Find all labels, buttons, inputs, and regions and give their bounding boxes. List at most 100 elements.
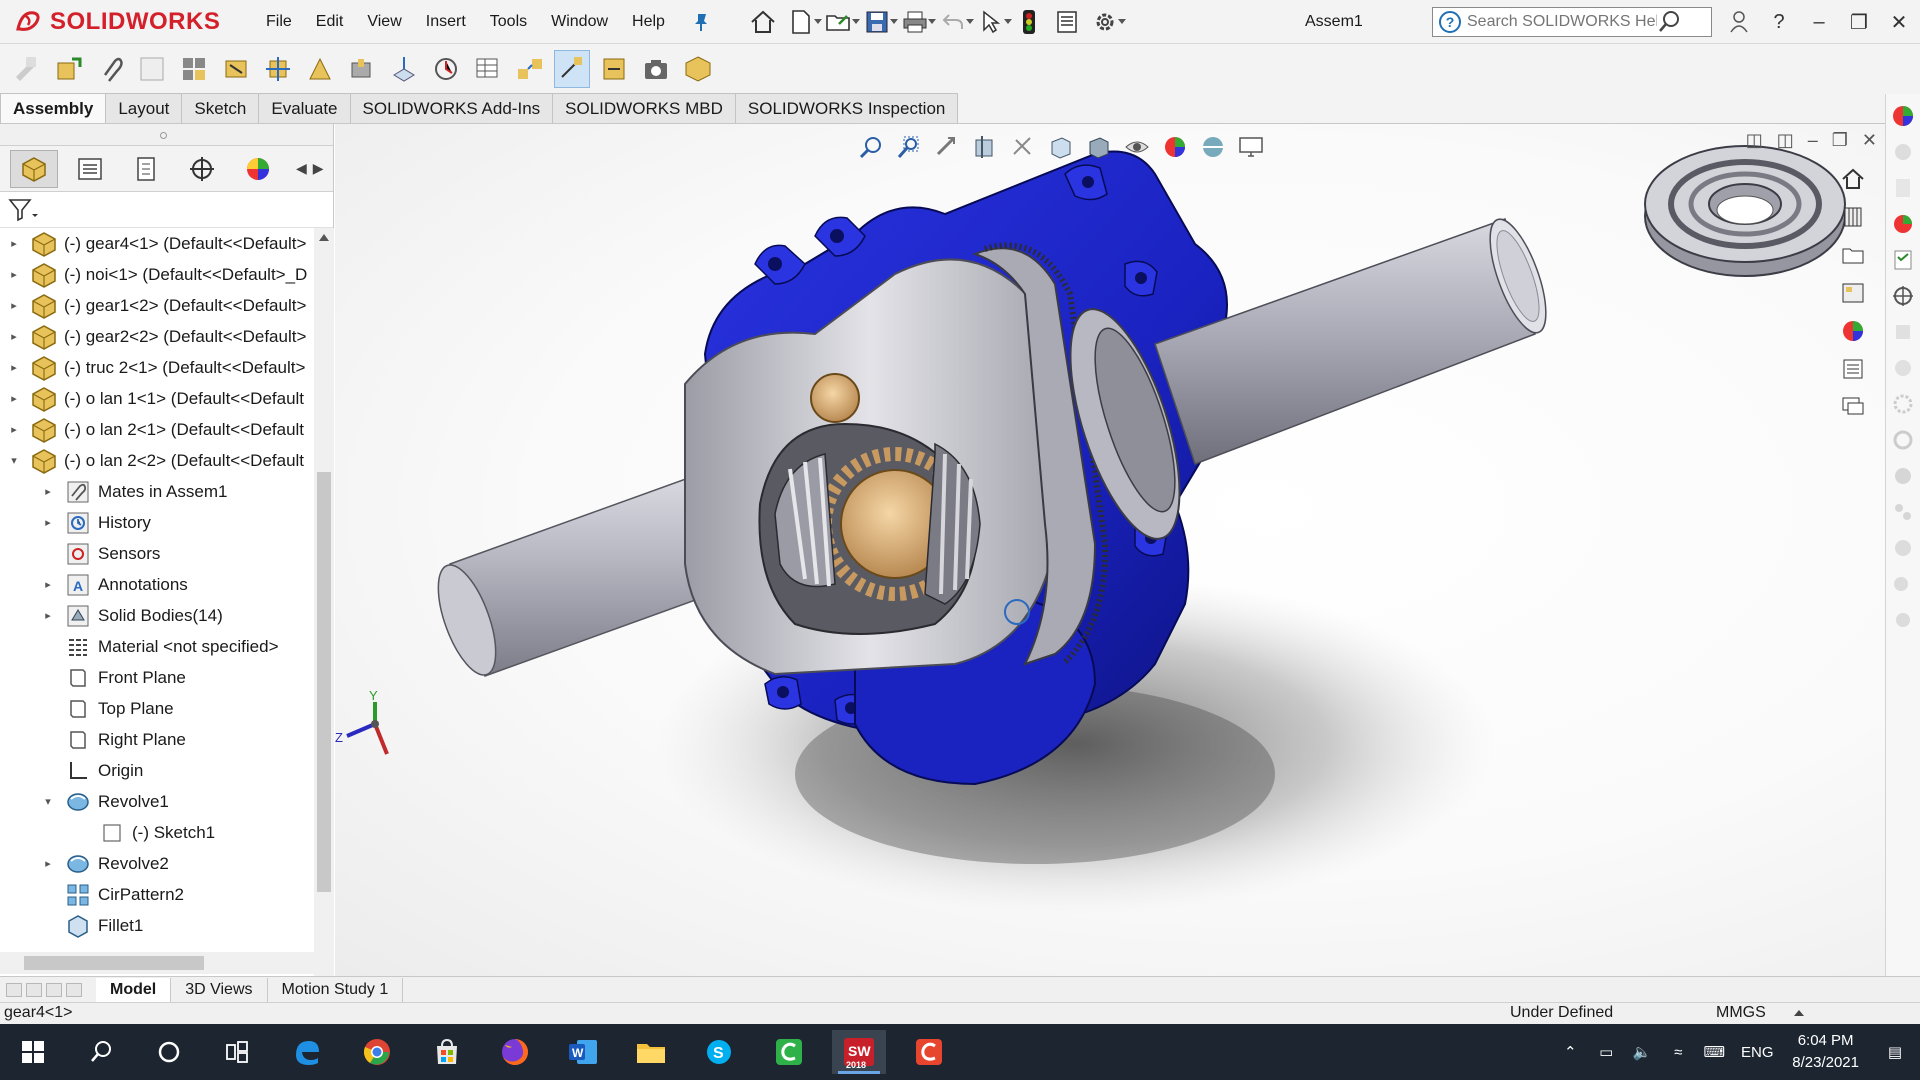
tab-model[interactable]: Model: [96, 977, 172, 1002]
show-hidden-components-button[interactable]: [302, 50, 338, 88]
tree-item[interactable]: ▸ A Annotations: [0, 569, 314, 600]
tree-item[interactable]: ▸ (-) o lan 2<1> (Default<<Default: [0, 414, 314, 445]
language-indicator[interactable]: ENG: [1735, 1044, 1779, 1061]
edit-component-button[interactable]: [8, 50, 44, 88]
reference-geometry-button[interactable]: [386, 50, 422, 88]
tile-right-icon[interactable]: ◫: [1777, 130, 1794, 151]
tree-item[interactable]: ▸ Revolve2: [0, 848, 314, 879]
hide-show-items-button[interactable]: [1121, 132, 1153, 162]
new-document-button[interactable]: [784, 6, 822, 38]
update-speedpak-button[interactable]: [596, 50, 632, 88]
help-search-box[interactable]: ?: [1432, 7, 1712, 37]
wifi-icon[interactable]: ≈: [1663, 1044, 1693, 1061]
last-tab-icon[interactable]: [66, 982, 82, 997]
dimxpert-manager-tab[interactable]: [178, 150, 226, 188]
mate-button[interactable]: [92, 50, 128, 88]
tab-solidworks-inspection[interactable]: SOLIDWORKS Inspection: [734, 93, 959, 123]
menu-window[interactable]: Window: [539, 0, 620, 44]
tab-motion-study-1[interactable]: Motion Study 1: [268, 977, 404, 1002]
select-button[interactable]: [974, 6, 1012, 38]
tree-item[interactable]: Front Plane: [0, 662, 314, 693]
restore-button[interactable]: ❐: [1846, 7, 1872, 37]
tree-vertical-scrollbar[interactable]: [314, 228, 334, 1074]
tile-left-icon[interactable]: ◫: [1746, 130, 1763, 151]
tree-item[interactable]: ▸ (-) gear4<1> (Default<<Default>: [0, 228, 314, 259]
notifications-icon[interactable]: ▤: [1880, 1043, 1910, 1061]
clock[interactable]: 6:04 PM 8/23/2021: [1792, 1030, 1859, 1074]
move-component-button[interactable]: [260, 50, 296, 88]
task-pane-item-9[interactable]: [1889, 390, 1917, 418]
task-pane-item-5[interactable]: [1889, 246, 1917, 274]
view-orientation-button[interactable]: [1045, 132, 1077, 162]
volume-icon[interactable]: 🔈: [1627, 1043, 1657, 1061]
chevron-right-icon[interactable]: ▸: [42, 516, 54, 529]
help-search-input[interactable]: [1467, 13, 1657, 31]
tree-item[interactable]: Fillet1: [0, 910, 314, 940]
differential-assembly-model[interactable]: Y Z: [335, 124, 1885, 976]
tab-layout[interactable]: Layout: [105, 93, 183, 123]
tab-sketch[interactable]: Sketch: [181, 93, 260, 123]
chevron-right-icon[interactable]: ▸: [8, 330, 20, 343]
options-button[interactable]: [1088, 6, 1126, 38]
chevron-right-icon[interactable]: ▸: [8, 423, 20, 436]
tab-solidworks-add-ins[interactable]: SOLIDWORKS Add-Ins: [349, 93, 554, 123]
tree-item[interactable]: Top Plane: [0, 693, 314, 724]
chevron-right-icon[interactable]: ▸: [8, 268, 20, 281]
tree-item[interactable]: ▸ Mates in Assem1: [0, 476, 314, 507]
menu-tools[interactable]: Tools: [478, 0, 539, 44]
large-assembly-settings-button[interactable]: [680, 50, 716, 88]
task-pane-item-3[interactable]: [1889, 174, 1917, 202]
chevron-right-icon[interactable]: ▶: [313, 160, 324, 177]
previous-view-button[interactable]: [931, 132, 963, 162]
viewport-minimize-icon[interactable]: –: [1808, 130, 1818, 151]
solidworks-taskbar-button[interactable]: SW 2018: [832, 1030, 886, 1074]
linear-pattern-button[interactable]: [176, 50, 212, 88]
task-pane-resources-button[interactable]: [1889, 102, 1917, 130]
task-pane-item-10[interactable]: [1889, 426, 1917, 454]
tree-horizontal-scrollbar[interactable]: [0, 952, 314, 974]
camtasia-recorder-taskbar-button[interactable]: [902, 1030, 956, 1074]
zoom-to-fit-button[interactable]: [855, 132, 887, 162]
dynamic-annotation-button[interactable]: [1007, 132, 1039, 162]
print-button[interactable]: [898, 6, 936, 38]
tab-solidworks-mbd[interactable]: SOLIDWORKS MBD: [552, 93, 736, 123]
chevron-right-icon[interactable]: ▸: [8, 392, 20, 405]
task-pane-item-15[interactable]: [1889, 606, 1917, 634]
tree-item[interactable]: Material <not specified>: [0, 631, 314, 662]
task-view-button[interactable]: [210, 1030, 264, 1074]
apply-scene-button[interactable]: [1197, 132, 1229, 162]
taskbar-search-button[interactable]: [74, 1030, 128, 1074]
chevron-right-icon[interactable]: ▸: [8, 299, 20, 312]
task-pane-item-6[interactable]: [1889, 282, 1917, 310]
property-manager-tab[interactable]: [66, 150, 114, 188]
task-pane-item-13[interactable]: [1889, 534, 1917, 562]
chevron-right-icon[interactable]: ▸: [8, 237, 20, 250]
open-button[interactable]: [822, 6, 860, 38]
design-library-button[interactable]: [1838, 202, 1868, 232]
first-tab-icon[interactable]: [6, 982, 22, 997]
units-chevron-up-icon[interactable]: [1794, 1010, 1804, 1016]
configuration-manager-tab[interactable]: [122, 150, 170, 188]
task-pane-item-12[interactable]: [1889, 498, 1917, 526]
menu-file[interactable]: File: [254, 0, 304, 44]
tab-3d-views[interactable]: 3D Views: [171, 977, 268, 1002]
viewport-close-icon[interactable]: ✕: [1862, 130, 1877, 151]
tree-item[interactable]: ▸ (-) truc 2<1> (Default<<Default>: [0, 352, 314, 383]
file-properties-button[interactable]: [1050, 6, 1084, 38]
component-preview-button[interactable]: [134, 50, 170, 88]
skype-taskbar-button[interactable]: S: [692, 1030, 746, 1074]
tree-item[interactable]: ▸ (-) o lan 1<1> (Default<<Default: [0, 383, 314, 414]
tree-item[interactable]: ▾ (-) o lan 2<2> (Default<<Default: [0, 445, 314, 476]
tree-item[interactable]: Sensors: [0, 538, 314, 569]
section-view-button[interactable]: [969, 132, 1001, 162]
undo-button[interactable]: [936, 6, 974, 38]
tab-assembly[interactable]: Assembly: [0, 93, 107, 123]
units-selector[interactable]: MMGS: [1716, 1004, 1766, 1022]
chevron-right-icon[interactable]: ▸: [8, 361, 20, 374]
zoom-to-area-button[interactable]: [893, 132, 925, 162]
menu-view[interactable]: View: [355, 0, 413, 44]
view-palette-button[interactable]: [1838, 278, 1868, 308]
tree-item[interactable]: Right Plane: [0, 724, 314, 755]
panel-splitter[interactable]: [0, 124, 333, 146]
task-pane-item-2[interactable]: [1889, 138, 1917, 166]
